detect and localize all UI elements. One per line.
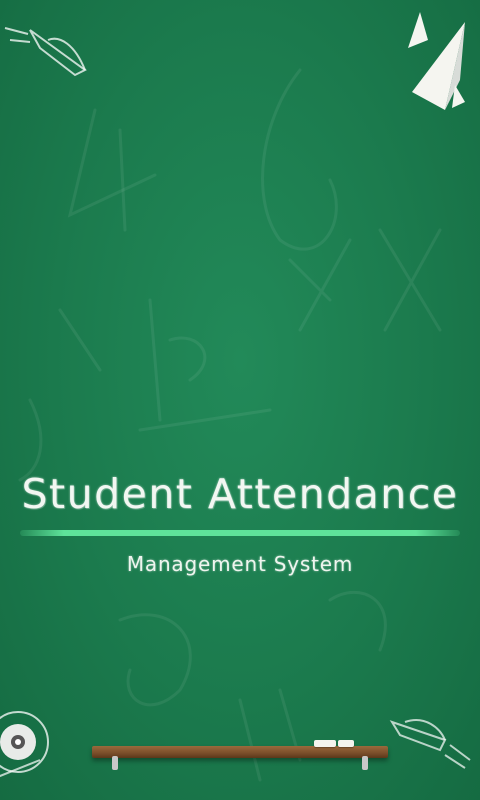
rocket-doodle-icon (389, 719, 471, 769)
ledge-bracket-right (362, 756, 368, 770)
splash-screen: Student Attendance Management System (0, 0, 480, 800)
app-subtitle: Management System (126, 552, 354, 576)
chalk-piece (338, 740, 354, 747)
chalkboard-background (0, 12, 471, 782)
chalk-ledge (92, 746, 388, 758)
paper-plane-icon (408, 12, 465, 110)
rocket-doodle-icon (4, 27, 87, 77)
ledge-bracket-left (112, 756, 118, 770)
app-title: Student Attendance (21, 470, 459, 518)
planet-doodle-icon (0, 711, 49, 778)
chalk-piece (314, 740, 336, 747)
title-underline (20, 530, 460, 536)
